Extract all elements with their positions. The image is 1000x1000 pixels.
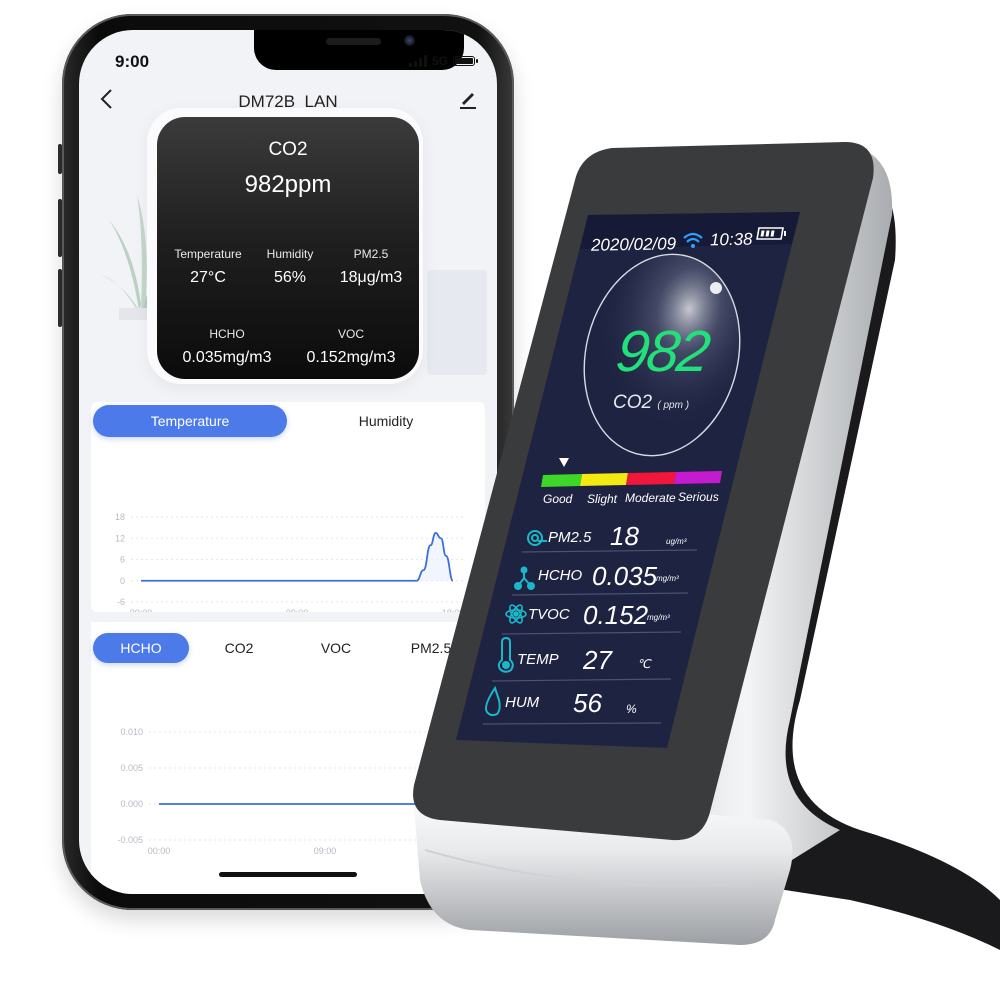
speaker [326,38,381,45]
co2-value: 982ppm [244,171,332,198]
metric-value: 18μg/m3 [339,269,403,286]
y-tick-label: 12 [115,533,125,543]
x-tick-label: 09:00 [314,846,337,856]
reading-label-hcho: HCHO [538,567,583,584]
y-tick-label: 0.000 [120,799,143,809]
reading-label-temp: TEMP [517,651,559,668]
metric-label: VOC [337,327,364,341]
metric-label: HCHO [209,327,245,341]
device-co2-unit: ( ppm ) [657,400,690,411]
series-area [141,532,453,581]
x-tick-label: 00:00 [130,608,153,612]
tab-co2[interactable]: CO2 [209,640,269,656]
reading-unit-pm25: ug/m³ [666,537,687,546]
scale-label-serious: Serious [678,490,719,504]
metric-hcho: HCHO 0.035mg/m3 [167,327,287,367]
device-co2-name: CO2 [613,392,653,413]
pencil-icon [460,93,476,109]
scale-moderate [626,472,676,485]
reading-label-hum: HUM [505,694,540,711]
reading-value-hum: 56 [573,688,602,718]
signal-icon [408,55,427,67]
tab-humidity[interactable]: Humidity [321,413,451,429]
reading-label-tvoc: TVOC [528,606,570,623]
device-co2-label: CO2 ( ppm ) [613,392,689,414]
scale-label-good: Good [543,492,573,506]
device-co2-value: 982 [612,319,713,384]
volume-up-button [58,199,62,257]
reading-value-pm25: 18 [610,521,639,551]
scale-label-slight: Slight [587,492,618,506]
co2-label: CO2 [268,139,308,160]
metric-pm25: PM2.5 18μg/m3 [329,247,413,287]
mute-switch [58,144,62,174]
y-tick-label: 0 [120,576,125,586]
y-tick-label: 0.010 [120,727,143,737]
volume-down-button [58,269,62,327]
reading-unit-tvoc: mg/m³ [647,613,670,622]
metric-value: 0.152mg/m3 [306,349,396,366]
tab-temperature[interactable]: Temperature [93,405,287,437]
edit-button[interactable] [457,88,479,110]
y-tick-label: 18 [115,512,125,522]
battery-icon [453,56,478,66]
reading-label-pm25: PM2.5 [548,529,592,546]
reading-unit-hcho: mg/m³ [656,574,679,583]
temperature-line-chart: 181260-600:0009:0018:00 [115,512,464,612]
y-tick-label: 0.005 [120,763,143,773]
metric-temperature: Temperature 27°C [163,247,253,287]
scale-slight [580,473,628,486]
metric-voc: VOC 0.152mg/m3 [289,327,413,367]
y-tick-label: 6 [120,555,125,565]
scale-label-moderate: Moderate [625,491,676,505]
metric-humidity: Humidity 56% [253,247,327,287]
network-type: 5G [431,54,448,68]
front-camera [404,35,415,46]
reading-unit-hum: % [626,702,637,716]
series-line [141,532,454,582]
y-tick-label: -0.005 [117,835,143,845]
summary-card: CO2 982ppm Temperature 27°C Humidity 56%… [157,117,419,379]
reading-value-tvoc: 0.152 [583,600,649,630]
metric-value: 56% [273,269,307,286]
home-indicator[interactable] [219,872,357,877]
scale-serious [674,471,722,484]
status-time: 9:00 [115,52,150,71]
background-decoration [427,270,487,375]
temperature-chart-panel: Temperature Humidity 181260-600:0009:001… [91,402,485,612]
x-tick-label: 09:00 [286,608,309,612]
device-date: 2020/02/09 [590,234,677,255]
reading-unit-temp: ℃ [637,657,651,671]
tab-voc[interactable]: VOC [306,640,366,656]
tab-hcho[interactable]: HCHO [93,633,189,663]
reading-value-hcho: 0.035 [592,561,658,591]
metric-label: Temperature [174,247,242,261]
metric-value: 27°C [190,269,226,286]
x-tick-label: 00:00 [148,846,171,856]
status-icons: 5G [408,54,478,68]
metric-value: 0.035mg/m3 [182,349,272,366]
scale-good [541,474,582,487]
metric-label: PM2.5 [353,247,389,261]
device-time: 10:38 [709,229,753,250]
metric-label: Humidity [266,247,314,261]
reading-value-temp: 27 [583,645,612,675]
y-tick-label: -6 [117,597,125,607]
